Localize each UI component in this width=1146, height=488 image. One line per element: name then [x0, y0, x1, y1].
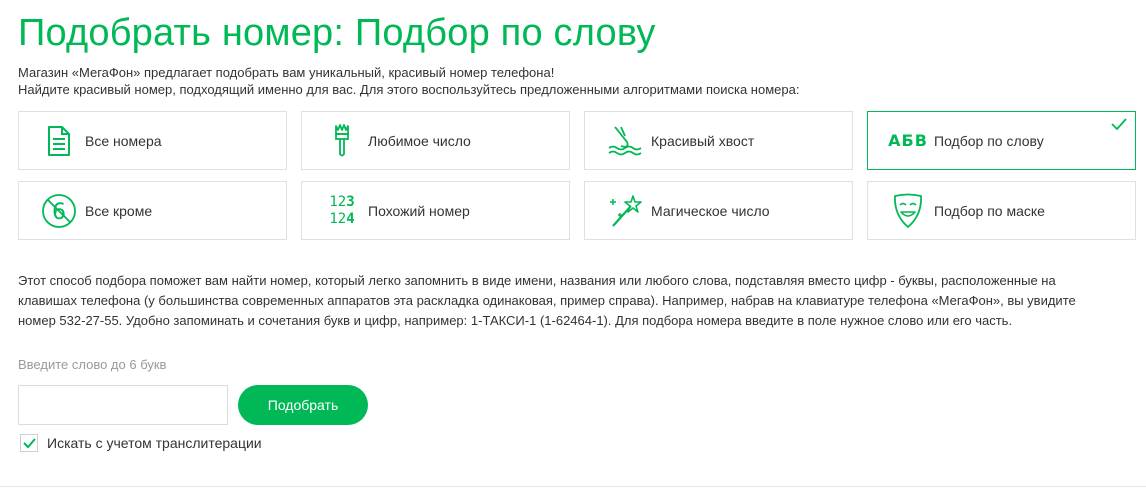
- intro-text: Магазин «МегаФон» предлагает подобрать в…: [18, 64, 799, 98]
- tile-by-mask[interactable]: Подбор по маске: [867, 181, 1136, 240]
- tile-label: Красивый хвост: [651, 132, 755, 149]
- brush-icon: [316, 121, 368, 161]
- word-input[interactable]: [18, 385, 228, 425]
- intro-line-2: Найдите красивый номер, подходящий именн…: [18, 82, 800, 97]
- tile-label: Все кроме: [85, 202, 153, 219]
- tile-label: Похожий номер: [368, 202, 470, 219]
- tile-by-word[interactable]: АБВ Подбор по слову: [867, 111, 1136, 170]
- tile-all-numbers[interactable]: Все номера: [18, 111, 287, 170]
- tile-beautiful-tail[interactable]: Красивый хвост: [584, 111, 853, 170]
- tile-all-except[interactable]: 6 Все кроме: [18, 181, 287, 240]
- transliteration-label: Искать с учетом транслитерации: [47, 435, 262, 451]
- magic-wand-icon: [599, 191, 651, 231]
- similar-digits-highlight: 4: [346, 210, 355, 227]
- similar-digits-icon: 123 124: [316, 191, 368, 231]
- tile-label: Подбор по маске: [934, 202, 1045, 219]
- similar-digits-line-2: 124: [329, 210, 355, 227]
- tile-favorite-number[interactable]: Любимое число: [301, 111, 570, 170]
- document-icon: [33, 121, 85, 161]
- no-six-digit: 6: [52, 200, 66, 225]
- tile-similar-number[interactable]: 123 124 Похожий номер: [301, 181, 570, 240]
- tile-magic-number[interactable]: Магическое число: [584, 181, 853, 240]
- tile-label: Любимое число: [368, 132, 471, 149]
- intro-line-1: Магазин «МегаФон» предлагает подобрать в…: [18, 65, 555, 80]
- search-method-grid: Все номера Любимое число Красивый хвост …: [18, 111, 1136, 240]
- tile-label: Магическое число: [651, 202, 770, 219]
- transliteration-checkbox[interactable]: [20, 434, 38, 452]
- input-hint: Введите слово до 6 букв: [18, 357, 167, 372]
- page-title: Подобрать номер: Подбор по слову: [18, 12, 656, 54]
- no-six-icon: 6: [33, 191, 85, 231]
- submit-button[interactable]: Подобрать: [238, 385, 368, 425]
- tail-icon: [599, 121, 651, 161]
- tile-label: Подбор по слову: [934, 132, 1044, 149]
- mask-icon: [882, 191, 934, 231]
- similar-digits-line-1: 123: [329, 193, 355, 210]
- similar-digits-highlight: 3: [346, 193, 355, 210]
- bottom-divider: [0, 486, 1146, 487]
- check-icon: [1111, 118, 1127, 136]
- transliteration-option[interactable]: Искать с учетом транслитерации: [20, 434, 262, 452]
- tile-label: Все номера: [85, 132, 162, 149]
- abv-icon-text: АБВ: [888, 131, 928, 150]
- abv-letters-icon: АБВ: [882, 121, 934, 161]
- method-description: Этот способ подбора поможет вам найти но…: [18, 273, 1076, 328]
- checkbox-check-icon: [22, 437, 36, 448]
